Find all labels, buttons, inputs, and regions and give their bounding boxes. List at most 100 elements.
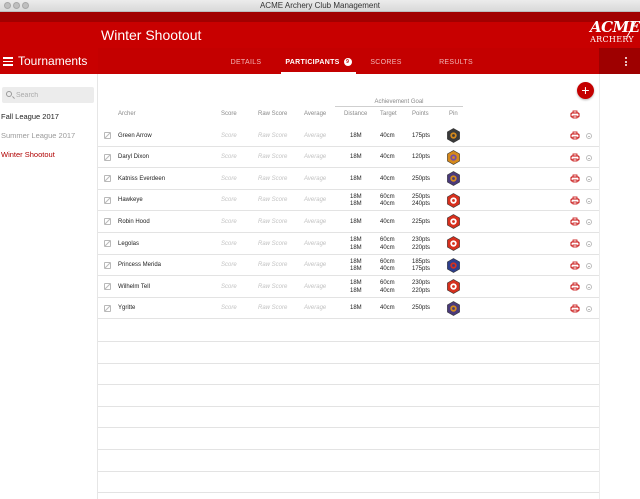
score-field[interactable]: Score (221, 262, 237, 269)
raw-score-field[interactable]: Raw Score (258, 305, 287, 312)
remove-icon[interactable] (586, 219, 592, 226)
achievement-pin-icon (447, 257, 460, 273)
tab-participants[interactable]: PARTICIPANTS 9 (281, 48, 356, 74)
points-value: 175pts (412, 266, 431, 273)
print-icon[interactable] (570, 217, 580, 226)
score-field[interactable]: Score (221, 154, 237, 161)
edit-icon[interactable] (104, 153, 111, 161)
score-field[interactable]: Score (221, 284, 237, 291)
col-average: Average (304, 111, 327, 117)
col-score: Score (221, 111, 237, 117)
table-row[interactable]: Hawkeye Score Raw Score Average 18M 60cm 250pt… (98, 190, 599, 212)
average-field[interactable]: Average (304, 219, 326, 226)
hamburger-icon[interactable] (3, 57, 13, 66)
archer-name: Robin Hood (118, 218, 150, 225)
tab-scores[interactable]: SCORES (360, 48, 412, 74)
distance-value: 18M (350, 154, 362, 161)
tab-bar: DETAILS PARTICIPANTS 9 SCORES RESULTS (98, 48, 599, 74)
kebab-menu-icon[interactable] (625, 57, 627, 68)
print-icon[interactable] (570, 174, 580, 183)
archer-name: Princess Merida (118, 262, 162, 269)
edit-icon[interactable] (104, 132, 111, 139)
edit-icon[interactable] (104, 175, 111, 183)
raw-score-field[interactable]: Raw Score (258, 262, 287, 269)
table-row[interactable]: Wilhelm Tell Score Raw Score Average 18M 60cm… (98, 276, 599, 298)
sidebar-item-summer-league-2017[interactable]: Summer League 2017 (1, 131, 75, 140)
score-field[interactable]: Score (221, 305, 237, 312)
raw-score-field[interactable]: Raw Score (258, 284, 287, 291)
average-field[interactable]: Average (304, 154, 326, 161)
average-field[interactable]: Average (304, 262, 326, 269)
sidebar-title-bar: Tournaments (0, 48, 100, 74)
print-icon[interactable] (570, 304, 580, 313)
score-field[interactable]: Score (221, 176, 237, 183)
col-archer: Archer (118, 111, 136, 117)
distance-value: 18M (350, 305, 362, 312)
remove-icon[interactable] (586, 154, 592, 161)
tab-results[interactable]: RESULTS (430, 48, 482, 74)
right-gutter (599, 74, 640, 499)
archer-name: Legolas (118, 240, 140, 247)
score-field[interactable]: Score (221, 219, 237, 226)
average-field[interactable]: Average (304, 133, 326, 140)
raw-score-field[interactable]: Raw Score (258, 176, 287, 183)
raw-score-field[interactable]: Raw Score (258, 133, 287, 140)
edit-icon[interactable] (104, 240, 111, 247)
score-field[interactable]: Score (221, 133, 237, 140)
remove-icon[interactable] (586, 133, 592, 139)
raw-score-field[interactable]: Raw Score (258, 241, 287, 248)
edit-icon[interactable] (104, 261, 111, 269)
table-row[interactable]: Green Arrow Score Raw Score Average 18M 40cm 1… (98, 125, 599, 147)
target-value: 60cm (380, 258, 395, 265)
sidebar-item-fall-league-2017[interactable]: Fall League 2017 (1, 112, 59, 121)
page-header: Winter Shootout ACME ARCHERY (98, 20, 640, 48)
score-field[interactable]: Score (221, 197, 237, 204)
score-field[interactable]: Score (221, 241, 237, 248)
col-distance: Distance (344, 111, 368, 117)
sidebar-item-winter-shootout[interactable]: Winter Shootout (1, 150, 55, 159)
average-field[interactable]: Average (304, 176, 326, 183)
target-value: 40cm (380, 201, 395, 208)
empty-row (98, 427, 599, 429)
table-row[interactable]: Legolas Score Raw Score Average 18M 60cm 230pt… (98, 233, 599, 255)
average-field[interactable]: Average (304, 284, 326, 291)
table-row[interactable]: Katniss Everdeen Score Raw Score Average 18M… (98, 168, 599, 190)
print-all-icon[interactable] (570, 110, 580, 119)
empty-row (98, 384, 599, 386)
achievement-pin-icon (447, 171, 460, 187)
tab-details[interactable]: DETAILS (218, 48, 274, 74)
add-participant-button[interactable]: + (577, 82, 594, 99)
search-input[interactable] (16, 89, 90, 101)
print-icon[interactable] (570, 131, 580, 140)
average-field[interactable]: Average (304, 197, 326, 204)
target-value: 40cm (380, 305, 395, 312)
remove-icon[interactable] (586, 305, 592, 312)
remove-icon[interactable] (586, 284, 592, 291)
print-icon[interactable] (570, 261, 580, 270)
raw-score-field[interactable]: Raw Score (258, 219, 287, 226)
remove-icon[interactable] (586, 176, 592, 183)
edit-icon[interactable] (104, 283, 111, 291)
edit-icon[interactable] (104, 218, 111, 226)
print-icon[interactable] (570, 282, 580, 291)
remove-icon[interactable] (586, 241, 592, 247)
table-row[interactable]: Daryl Dixon Score Raw Score Average 18M 40cm 1… (98, 147, 599, 169)
window-title: ACME Archery Club Management (259, 1, 381, 10)
average-field[interactable]: Average (304, 305, 326, 312)
table-row[interactable]: Robin Hood Score Raw Score Average 18M 40cm 22… (98, 211, 599, 233)
average-field[interactable]: Average (304, 241, 326, 248)
raw-score-field[interactable]: Raw Score (258, 197, 287, 204)
table-row[interactable]: Ygritte Score Raw Score Average 18M 40cm 250pt… (98, 298, 599, 320)
edit-icon[interactable] (104, 304, 111, 312)
edit-icon[interactable] (104, 196, 111, 204)
print-icon[interactable] (570, 153, 580, 162)
print-icon[interactable] (570, 239, 580, 248)
raw-score-field[interactable]: Raw Score (258, 154, 287, 161)
print-icon[interactable] (570, 196, 580, 205)
distance-value: 18M (350, 201, 362, 208)
achievement-pin-icon (447, 300, 460, 316)
remove-icon[interactable] (586, 197, 592, 204)
col-points: Points (412, 111, 429, 117)
table-row[interactable]: Princess Merida Score Raw Score Average 18M 6… (98, 255, 599, 277)
remove-icon[interactable] (586, 262, 592, 269)
